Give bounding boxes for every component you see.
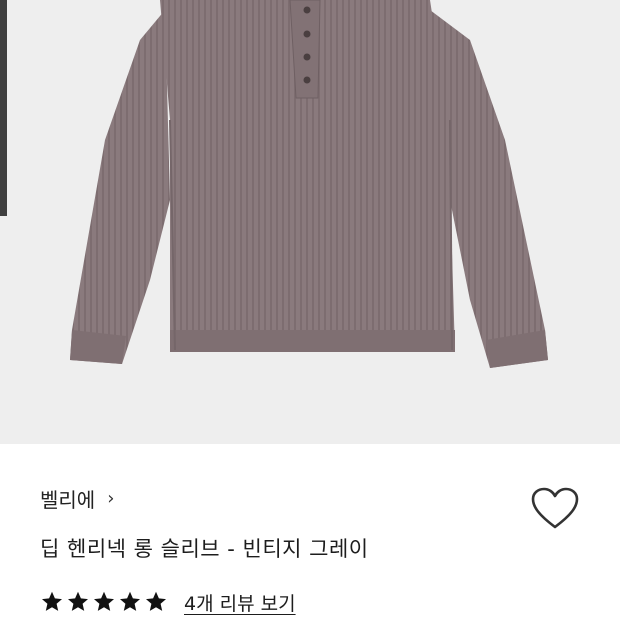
rating-row: 4개 리뷰 보기 xyxy=(40,588,296,616)
brand-name: 벨리에 xyxy=(40,487,96,512)
star-filled-icon xyxy=(42,591,62,611)
star-filled-icon xyxy=(94,591,114,611)
chevron-right-icon: › xyxy=(107,487,115,509)
star-filled-icon xyxy=(68,591,88,611)
product-title: 딥 헨리넥 롱 슬리브 - 빈티지 그레이 xyxy=(40,537,369,561)
star-filled-icon xyxy=(146,591,166,611)
henley-shirt-illustration xyxy=(70,0,548,368)
review-link[interactable]: 4개 리뷰 보기 xyxy=(184,589,296,616)
product-image[interactable] xyxy=(0,0,620,444)
brand-link[interactable]: 벨리에 › xyxy=(40,483,114,513)
heart-outline-icon xyxy=(531,487,579,529)
star-rating xyxy=(40,590,168,614)
product-detail-page: 벨리에 › 딥 헨리넥 롱 슬리브 - 빈티지 그레이 4개 리뷰 보기 xyxy=(0,0,620,620)
star-filled-icon xyxy=(120,591,140,611)
wishlist-button[interactable] xyxy=(528,486,582,532)
